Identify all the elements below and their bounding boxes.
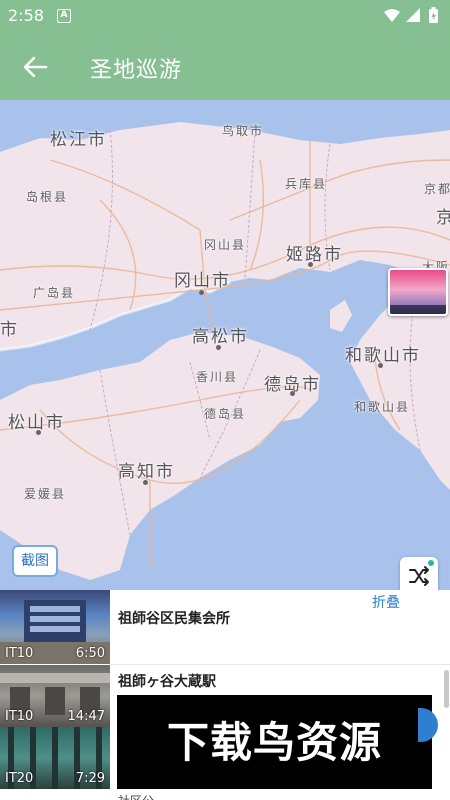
signal-icon <box>406 8 420 22</box>
pref-label-tottori: 鸟取市 <box>222 124 265 138</box>
city-dot-tokushima <box>290 391 295 396</box>
location-marker-thumbnail[interactable] <box>388 268 448 316</box>
episode-thumbnail[interactable]: IT10 14:47 <box>0 665 110 727</box>
city-label-kyoto-edge: 京 <box>436 208 450 228</box>
pref-label-wakayama: 和歌山县 <box>354 400 411 414</box>
city-label-himeji: 姬路市 <box>286 245 343 265</box>
map-view[interactable]: 松江市 鸟取市 岛根县 兵库县 京都 京 冈山县 姬路市 大阪 冈山市 广岛县 … <box>0 100 450 590</box>
timestamp-label: 14:47 <box>67 709 105 724</box>
timestamp-label: 7:29 <box>75 771 105 786</box>
page-title: 圣地巡游 <box>90 58 183 83</box>
city-dot-matsuyama <box>36 430 41 435</box>
pref-label-kyoto: 京都 <box>424 182 450 196</box>
city-label-edge-left: 市 <box>0 320 19 340</box>
episode-label: IT10 <box>5 646 34 661</box>
city-label-matsue: 松江市 <box>50 130 107 150</box>
status-icons <box>384 7 438 23</box>
battery-icon <box>429 7 438 23</box>
pref-label-kagawa: 香川县 <box>196 370 239 384</box>
episode-label: IT10 <box>5 709 34 724</box>
city-dot-himeji <box>308 262 313 267</box>
pref-label-tokushima: 德岛县 <box>204 407 247 421</box>
notification-badge: A <box>57 9 71 23</box>
notification-dot <box>428 560 434 566</box>
marker-caption <box>390 305 446 314</box>
app-bar: 圣地巡游 <box>0 32 450 100</box>
city-label-wakayama: 和歌山市 <box>345 346 421 366</box>
episode-label: IT20 <box>5 771 34 786</box>
screenshot-button[interactable]: 截图 <box>12 545 58 577</box>
watermark-overlay: 下载鸟资源 <box>117 695 432 789</box>
city-label-okayama: 冈山市 <box>174 271 231 291</box>
spot-title: 祖師谷区民集会所 <box>118 611 230 627</box>
wifi-icon <box>384 9 400 22</box>
spot-title: 祖師ヶ谷大蔵駅 <box>118 674 216 690</box>
city-dot-okayama <box>199 290 204 295</box>
pref-label-shimane: 岛根县 <box>26 190 69 204</box>
episode-thumbnail[interactable]: IT20 7:29 <box>0 727 110 789</box>
city-label-kochi: 高知市 <box>118 462 175 482</box>
status-time: 2:58 <box>8 6 44 25</box>
pref-label-ehime: 爱媛县 <box>24 487 67 501</box>
list-item[interactable]: IT10 6:50 祖師谷区民集会所 <box>0 590 450 664</box>
pref-label-okayama: 冈山县 <box>204 238 247 252</box>
city-dot-takamatsu <box>216 345 221 350</box>
pref-label-hiroshima: 广岛县 <box>33 286 76 300</box>
timestamp-label: 6:50 <box>75 646 105 661</box>
status-bar: 2:58 A <box>0 0 450 32</box>
city-label-takamatsu: 高松市 <box>192 327 249 347</box>
shuffle-button[interactable] <box>400 557 438 590</box>
pref-label-hyogo: 兵库县 <box>285 177 328 191</box>
arrow-left-icon[interactable] <box>18 50 52 84</box>
city-dot-wakayama <box>378 363 383 368</box>
watermark-text: 下载鸟资源 <box>166 718 382 767</box>
city-dot-kochi <box>143 480 148 485</box>
episode-thumbnail[interactable]: IT10 6:50 <box>0 590 110 664</box>
list-item-peek: 社区公 <box>118 792 154 800</box>
